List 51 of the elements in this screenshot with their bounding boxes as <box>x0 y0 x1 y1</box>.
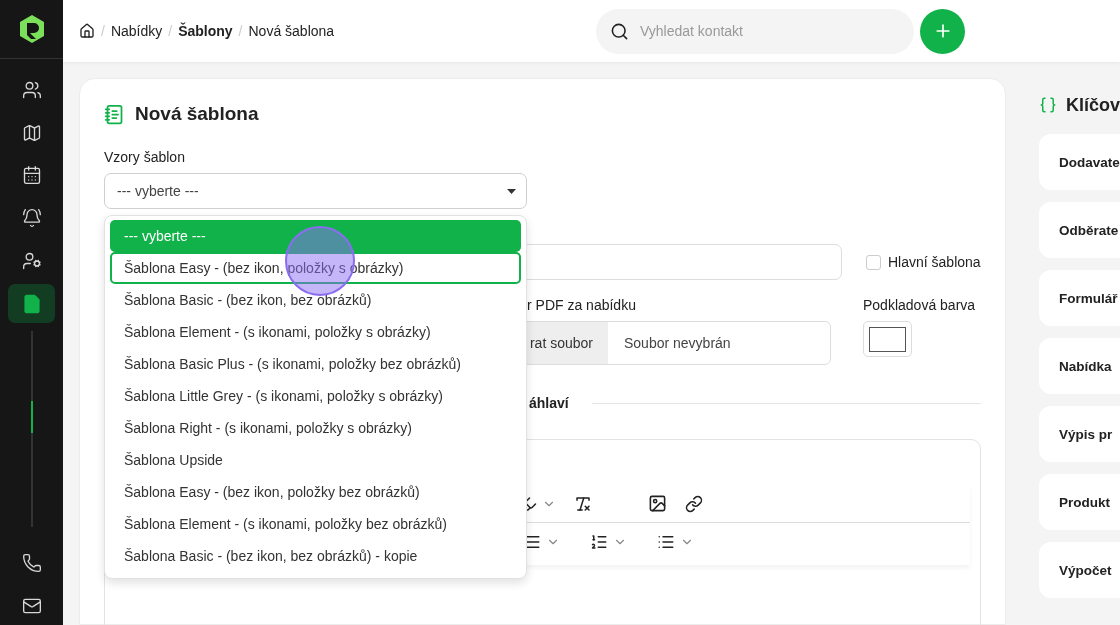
dropdown-option[interactable]: Šablona Upside <box>110 444 521 476</box>
search-field[interactable]: Vyhledat kontakt <box>596 8 914 54</box>
panel-title: Klíčov <box>1065 94 1120 116</box>
form-title: Nová šablona <box>135 103 259 125</box>
home-icon[interactable] <box>79 23 95 39</box>
user-gear-icon <box>21 251 42 272</box>
add-button[interactable] <box>920 8 965 54</box>
keyword-card[interactable]: Odběrate <box>1039 202 1120 258</box>
keyword-card[interactable]: Formulář <box>1039 270 1120 326</box>
dropdown-option[interactable]: Šablona Right - (s ikonami, položky s obrázky) <box>110 412 521 444</box>
field-label: r PDF za nabídku <box>527 297 636 313</box>
field-label: Vzory šablon <box>104 149 186 165</box>
field-label: Podkladová barva <box>863 297 976 313</box>
keyword-card[interactable]: Dodavate <box>1039 134 1120 190</box>
dropdown-option[interactable]: Šablona Easy - (bez ikon, položky bez obrázků) <box>110 476 521 508</box>
keyword-card[interactable]: Výpis pr <box>1039 406 1120 462</box>
keyword-card[interactable]: Výpočet <box>1039 542 1120 598</box>
breadcrumb-link[interactable]: Šablony <box>178 23 233 39</box>
image-icon[interactable] <box>648 494 667 513</box>
dropdown-option[interactable]: Šablona Basic - (bez ikon, bez obrázků) <box>110 284 521 316</box>
document-icon <box>104 103 125 125</box>
bell-icon <box>21 208 42 229</box>
phone-icon <box>21 552 42 573</box>
color-picker[interactable] <box>863 321 912 357</box>
breadcrumb-link[interactable]: Nabídky <box>110 23 163 39</box>
breadcrumb-separator: / <box>238 23 243 39</box>
numbered-list-icon[interactable] <box>590 533 608 551</box>
link-icon[interactable] <box>685 494 703 513</box>
dropdown-option[interactable]: Šablona Little Grey - (s ikonami, položky s obrázky) <box>110 380 521 412</box>
sidebar-item[interactable] <box>8 284 55 324</box>
breadcrumb-link[interactable]: Nová šablona <box>248 23 335 39</box>
document-icon <box>21 293 42 314</box>
caret-icon <box>507 188 516 194</box>
breadcrumb-separator: / <box>101 23 105 39</box>
dropdown-option[interactable]: Šablona Element - (s ikonami, položky s obrázky) <box>110 316 521 348</box>
bullet-list-icon[interactable] <box>657 533 675 551</box>
keyword-card[interactable]: Produkt <box>1039 474 1120 530</box>
breadcrumb-separator: / <box>168 23 173 39</box>
keyword-card[interactable]: Nabídka <box>1039 338 1120 394</box>
main-template-checkbox[interactable]: Hlavní šablona <box>866 254 981 270</box>
dropdown-option[interactable]: Šablona Basic - (bez ikon, bez obrázků) - kopie <box>110 540 521 572</box>
users-icon <box>21 79 42 100</box>
template-select[interactable]: --- vyberte --- <box>104 173 527 209</box>
dropdown-option[interactable]: Šablona Basic Plus - (s ikonami, položky bez obrázků) <box>110 348 521 380</box>
braces-icon <box>1039 95 1057 115</box>
dropdown-option[interactable]: Šablona Element - (s ikonami, položky bez obrázků) <box>110 508 521 540</box>
logo-icon <box>17 13 46 44</box>
clear-format-icon[interactable] <box>574 494 592 513</box>
map-icon <box>21 122 42 143</box>
section-title: áhlaví <box>529 395 569 411</box>
calendar-icon <box>21 165 42 186</box>
